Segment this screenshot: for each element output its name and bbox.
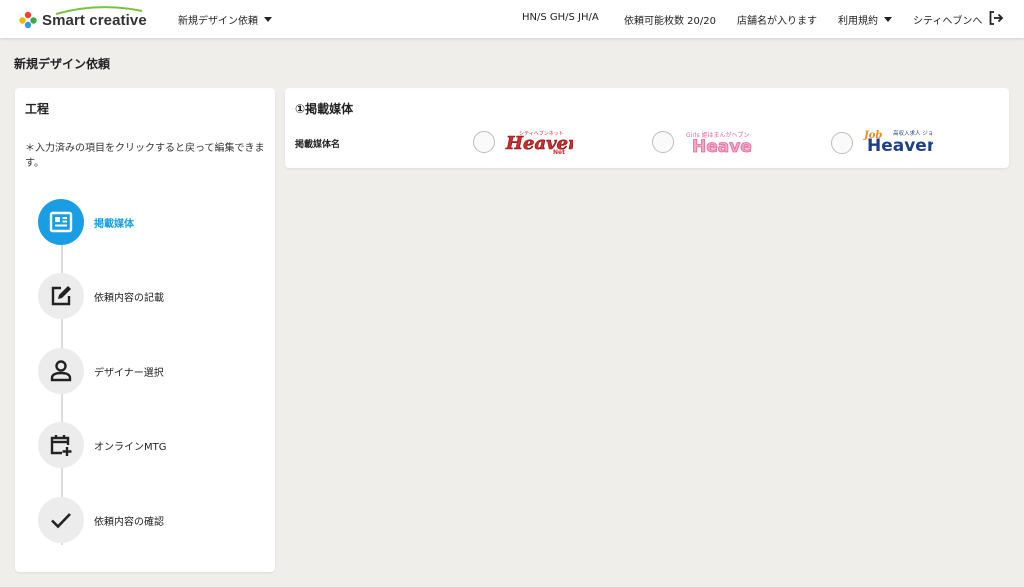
calendar-plus-icon [50,435,72,456]
newspaper-icon [49,211,73,233]
media-name-label: 掲載媒体名 [295,140,341,150]
media-option-job-heaven[interactable]: Job 高収入求人 ジョブヘブン Heaven [831,128,933,158]
logout-icon[interactable] [988,10,1004,26]
page-title: 新規デザイン依頼 [14,57,111,71]
step-designer-selection[interactable]: デザイナー選択 [38,348,164,394]
chevron-down-icon [264,17,272,22]
process-note: ＊入力済みの項目をクリックすると戻って編集できます。 [25,143,265,169]
step-label: 依頼内容の記載 [94,292,164,304]
store-name: 店舗名が入ります [737,16,817,27]
brand-mark-icon [19,11,37,29]
media-option-heaven-net[interactable]: シティヘブンネット Heaven Net [473,128,573,156]
step-request-details[interactable]: 依頼内容の記載 [38,273,164,319]
brand-arc-decoration [55,6,143,15]
step-confirm-request[interactable]: 依頼内容の確認 [38,497,164,543]
edit-icon [51,286,71,306]
media-section-title: ①掲載媒体 [295,102,354,116]
step-circle [38,422,84,468]
step-label: 依頼内容の確認 [94,516,164,528]
terms-dropdown-label: 利用規約 [838,16,878,27]
process-title: 工程 [25,102,50,116]
process-card: 工程 ＊入力済みの項目をクリックすると戻って編集できます。 掲載媒体 依頼内容の… [15,88,275,572]
request-quota: 依頼可能枚数 20/20 [624,16,716,27]
media-option-girls-heaven[interactable]: Girls 姫はまんがヘブン Heaven [652,128,752,156]
radio-button[interactable] [831,132,853,154]
step-label: デザイナー選択 [94,367,164,379]
step-circle [38,199,84,245]
girls-heaven-logo: Girls 姫はまんがヘブン Heaven [686,131,752,156]
step-online-mtg[interactable]: オンラインMTG [38,422,167,468]
city-heaven-link[interactable]: シティヘブンへ [913,12,982,27]
step-circle [38,273,84,319]
step-label: オンラインMTG [94,441,167,453]
job-heaven-logo: Job 高収入求人 ジョブヘブン Heaven [863,129,933,156]
step-circle [38,348,84,394]
step-circle [38,497,84,543]
new-design-dropdown-label: 新規デザイン依頼 [178,16,258,27]
terms-dropdown[interactable]: 利用規約 [838,12,892,27]
job-heaven-logo-main-text: Heaven [867,136,933,156]
media-card: ①掲載媒体 掲載媒体名 シティヘブンネット Heaven Net Girls 姫… [285,88,1009,168]
chevron-down-icon [884,17,892,22]
radio-button[interactable] [473,131,495,153]
brand-logo[interactable]: Smart creative [18,6,147,32]
new-design-dropdown[interactable]: 新規デザイン依頼 [178,12,272,27]
heaven-net-logo: シティヘブンネット Heaven Net [505,130,573,156]
top-header: Smart creative 新規デザイン依頼 HN/S GH/S JH/A 依… [0,0,1024,38]
girls-heaven-logo-main-text: Heaven [692,137,752,156]
checkmark-icon [51,513,71,529]
svg-text:Net: Net [553,149,565,156]
account-codes: HN/S GH/S JH/A [522,12,599,23]
person-icon [50,360,72,382]
radio-button[interactable] [652,131,674,153]
step-label: 掲載媒体 [94,218,134,230]
step-publication-media[interactable]: 掲載媒体 [38,199,134,245]
